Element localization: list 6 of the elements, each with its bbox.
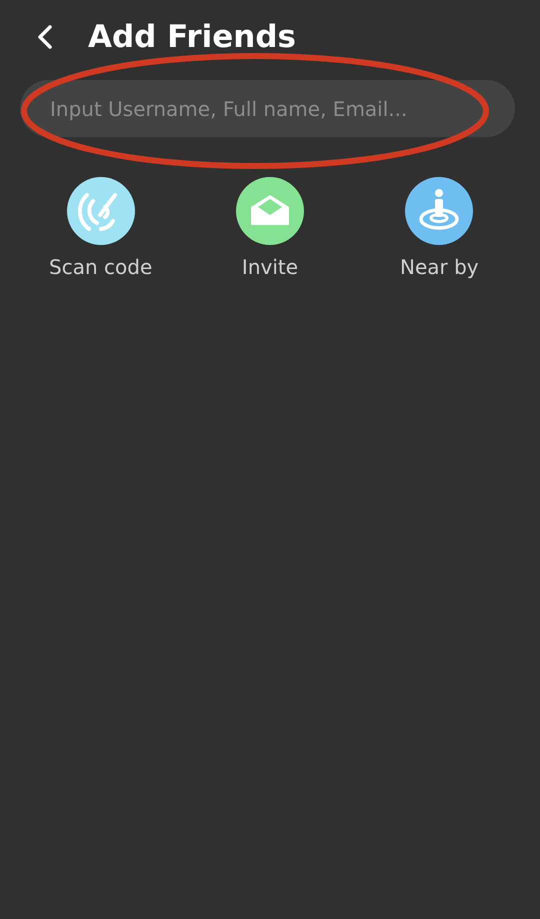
back-icon xyxy=(36,24,54,50)
page-title: Add Friends xyxy=(88,19,296,55)
action-button[interactable]: Scan code xyxy=(16,177,186,279)
action-button[interactable]: Invite xyxy=(185,177,355,279)
action-button[interactable]: Near by xyxy=(354,177,524,279)
search-field[interactable]: Input Username, Full name, Email... xyxy=(20,80,515,137)
